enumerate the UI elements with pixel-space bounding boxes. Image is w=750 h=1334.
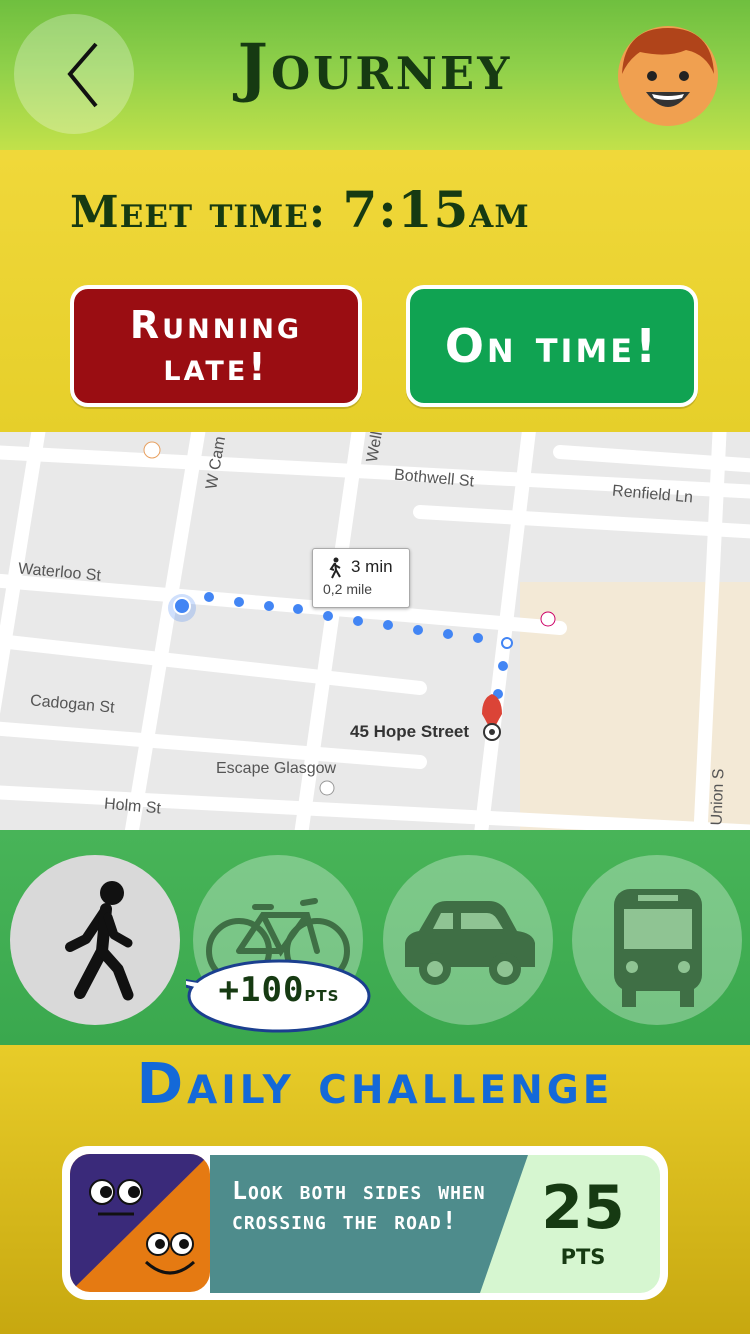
meet-time-label: Meet time: [70, 187, 327, 238]
daily-challenge-title: Daily challenge [136, 1052, 614, 1117]
eta-callout: 3 min 0,2 mile [312, 548, 410, 608]
challenge-points-unit: pts [560, 1237, 606, 1272]
running-late-button[interactable]: Running late! [70, 285, 362, 407]
meet-time-value: 7:15 [342, 180, 470, 239]
route-map[interactable]: Bothwell St Renfield Ln Waterloo St Cado… [0, 432, 750, 830]
meet-time-ampm: am [469, 187, 530, 238]
points-earned: +100pts [186, 970, 372, 1010]
challenge-points: 25 pts [530, 1176, 636, 1270]
walk-small-icon [329, 557, 341, 579]
destination-label: 45 Hope Street [350, 722, 470, 741]
mode-walk-button[interactable] [10, 855, 180, 1025]
place-label: Escape Glasgow [216, 760, 337, 777]
challenge-mascot [70, 1154, 210, 1292]
running-late-label: Running late! [129, 303, 303, 389]
challenge-points-value: 25 [541, 1173, 625, 1243]
avatar-face-icon [618, 26, 718, 126]
meet-time-line: Meet time: 7:15am [70, 180, 530, 239]
points-value: +100 [218, 970, 305, 1010]
challenge-tip: Look both sides when crossing the road! [232, 1176, 486, 1235]
mode-bus-button[interactable] [572, 855, 742, 1025]
mascot-faces-icon [70, 1154, 210, 1292]
street-label: Union S [708, 768, 728, 826]
bus-icon [614, 889, 702, 1007]
user-avatar[interactable] [616, 24, 720, 128]
on-time-label: On time! [444, 319, 660, 373]
car-icon [405, 901, 535, 985]
eta-time: 3 min [351, 557, 393, 576]
eta-distance: 0,2 mile [323, 581, 373, 597]
points-unit: pts [304, 982, 340, 1007]
on-time-button[interactable]: On time! [406, 285, 698, 407]
walk-icon [65, 881, 134, 1001]
mode-car-button[interactable] [383, 855, 553, 1025]
